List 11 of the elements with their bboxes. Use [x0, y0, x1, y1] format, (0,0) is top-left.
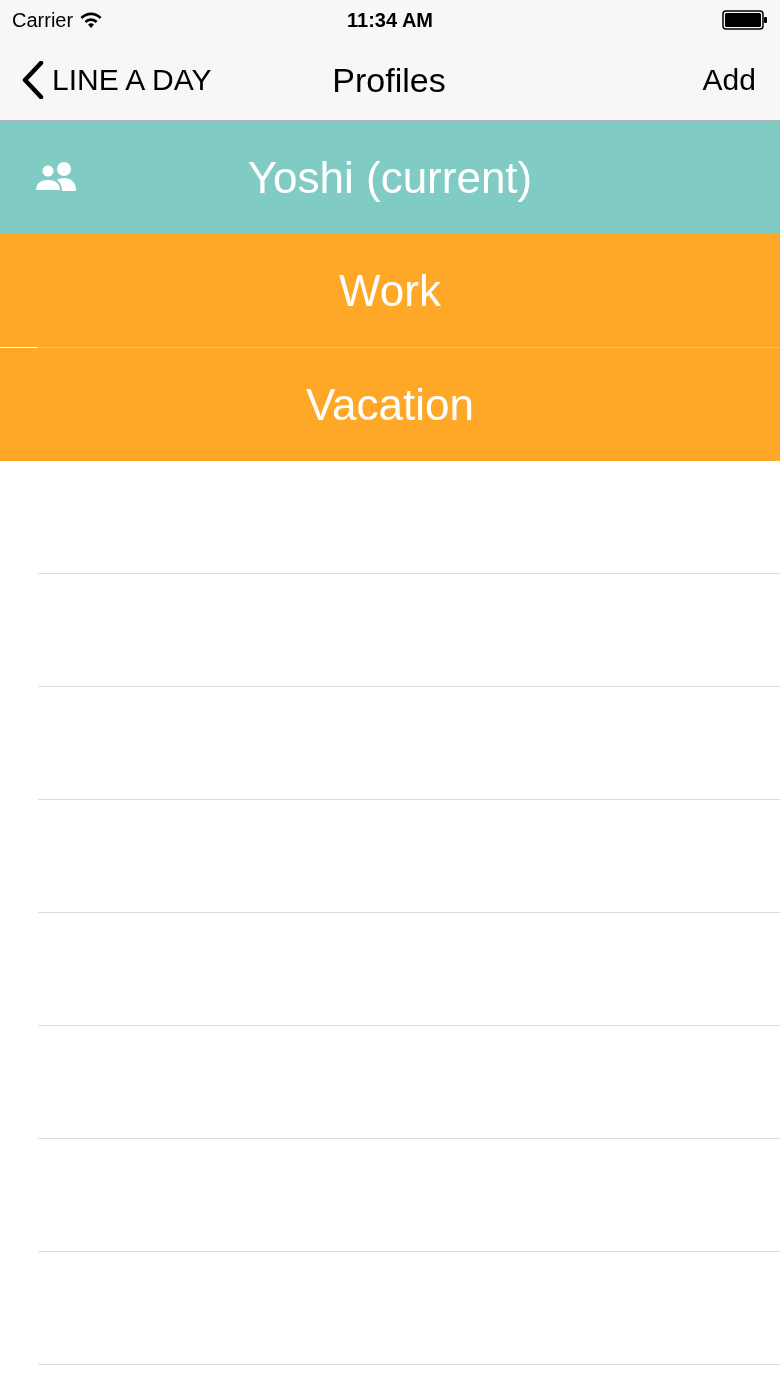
nav-title: Profiles — [332, 60, 446, 100]
profile-row[interactable]: Work — [0, 234, 780, 347]
wifi-icon — [79, 11, 104, 29]
back-button[interactable]: LINE A DAY — [22, 61, 333, 99]
add-button[interactable]: Add — [445, 63, 756, 97]
profile-row[interactable]: Vacation — [0, 348, 780, 461]
carrier-name: Carrier — [12, 8, 74, 32]
chevron-left-icon — [22, 61, 44, 99]
status-time: 11:34 AM — [347, 8, 433, 32]
current-profile-row[interactable]: Yoshi (current) — [0, 121, 780, 234]
battery-icon — [722, 10, 768, 30]
